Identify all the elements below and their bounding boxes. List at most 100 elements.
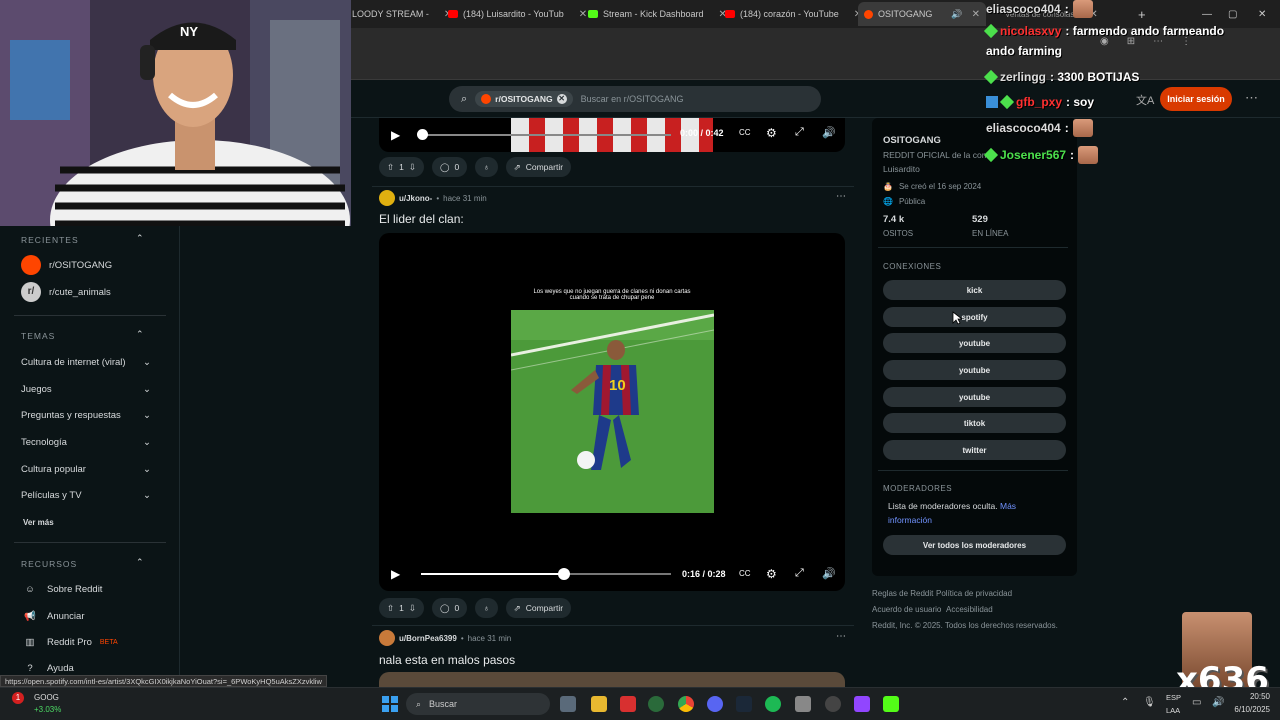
share-button[interactable]: ⇗ Compartir: [505, 157, 572, 177]
sidebar-item-tema[interactable]: Preguntas y respuestas ⌄: [21, 410, 151, 421]
vote-control[interactable]: ⇧ 1 ⇩: [379, 598, 424, 618]
maximize-icon[interactable]: ▢: [1228, 4, 1237, 24]
post-author[interactable]: u/Jkono-: [399, 194, 432, 203]
file-explorer-icon[interactable]: [591, 696, 607, 712]
connection-spotify-button[interactable]: spotify: [883, 307, 1066, 327]
footer-link-privacy[interactable]: Política de privacidad: [936, 589, 1012, 598]
more-options-icon[interactable]: ⋯: [836, 191, 846, 202]
sidebar-item-ayuda[interactable]: ? Ayuda: [21, 663, 73, 674]
upvote-icon[interactable]: ⇧: [387, 162, 394, 173]
app-icon[interactable]: [854, 696, 870, 712]
chrome-icon[interactable]: [678, 696, 694, 712]
connection-youtube-button[interactable]: youtube: [883, 360, 1066, 380]
captions-icon[interactable]: CC: [739, 128, 751, 137]
more-info-link[interactable]: información: [888, 515, 932, 525]
fullscreen-icon[interactable]: ⤢: [795, 126, 804, 139]
close-icon[interactable]: ✕: [972, 9, 980, 20]
xbox-icon[interactable]: [648, 696, 664, 712]
connection-youtube-button[interactable]: youtube: [883, 333, 1066, 353]
seek-bar[interactable]: [421, 134, 671, 136]
app-icon[interactable]: [620, 696, 636, 712]
view-all-moderators-button[interactable]: Ver todos los moderadores: [883, 535, 1066, 555]
sidebar-item-cute-animals[interactable]: r/r/cute_animals: [21, 282, 111, 302]
tab-ositogang[interactable]: OSITOGANG 🔊 ✕: [858, 2, 986, 26]
tab-bloody-stream[interactable]: LOODY STREAM -✕: [352, 4, 452, 24]
volume-icon[interactable]: 🔊: [1212, 697, 1224, 708]
captions-icon[interactable]: CC: [739, 569, 751, 578]
upvote-icon[interactable]: ⇧: [387, 603, 394, 614]
post-title[interactable]: El lider del clan:: [379, 212, 464, 226]
footer-link-agreement[interactable]: Acuerdo de usuario: [872, 605, 941, 614]
video-player[interactable]: ▶ 0:00 / 0:42 CC ⚙ ⤢ 🔊: [379, 118, 845, 152]
sidebar-item-tema[interactable]: Tecnología ⌄: [21, 437, 151, 448]
downvote-icon[interactable]: ⇩: [409, 603, 416, 614]
translate-icon[interactable]: 文A: [1136, 92, 1154, 108]
search-input[interactable]: ⌕ r/OSITOGANG ✕ Buscar en r/OSITOGANG: [449, 86, 821, 112]
seek-handle[interactable]: [557, 568, 570, 580]
award-button[interactable]: ♁: [475, 598, 498, 618]
post-author[interactable]: u/BornPea6399: [399, 634, 457, 643]
search-chip[interactable]: r/OSITOGANG ✕: [475, 91, 573, 107]
taskbar-search[interactable]: ⌕ Buscar: [406, 693, 550, 715]
clock-time[interactable]: 20:50: [1234, 692, 1270, 701]
language-indicator[interactable]: LAA: [1166, 706, 1180, 715]
microphone-icon[interactable]: 🎙: [1143, 697, 1156, 708]
award-button[interactable]: ♁: [475, 157, 498, 177]
login-button[interactable]: Iniciar sesión: [1160, 87, 1232, 111]
ver-mas-link[interactable]: Ver más: [23, 518, 54, 527]
more-options-icon[interactable]: ⋯: [1245, 90, 1258, 106]
settings-icon[interactable]: ⚙: [766, 126, 777, 140]
windows-start-icon[interactable]: [382, 696, 398, 712]
sidebar-item-reddit-pro[interactable]: ▥ Reddit Pro BETA: [21, 637, 118, 648]
steam-icon[interactable]: [736, 696, 752, 712]
play-icon[interactable]: ▶: [391, 567, 400, 581]
connection-tiktok-button[interactable]: tiktok: [883, 413, 1066, 433]
video-player[interactable]: Los weyes que no juegan guerra de clanes…: [379, 233, 845, 591]
tab-kick-dashboard[interactable]: Stream - Kick Dashboard ✕: [588, 4, 727, 24]
chevron-up-icon[interactable]: ⌃: [136, 557, 144, 568]
connection-youtube-button[interactable]: youtube: [883, 387, 1066, 407]
volume-icon[interactable]: 🔊: [822, 567, 836, 580]
fullscreen-icon[interactable]: ⤢: [795, 567, 804, 580]
comments-button[interactable]: ◯ 0: [431, 157, 468, 177]
network-icon[interactable]: ▭: [1192, 697, 1201, 708]
clear-chip-icon[interactable]: ✕: [556, 94, 567, 104]
vote-control[interactable]: ⇧ 1 ⇩: [379, 157, 424, 177]
sidebar-item-tema[interactable]: Cultura popular ⌄: [21, 464, 151, 475]
spotify-icon[interactable]: [765, 696, 781, 712]
sidebar-item-anunciar[interactable]: 📢 Anunciar: [21, 611, 84, 622]
post-image[interactable]: [379, 672, 845, 687]
new-tab-button[interactable]: +: [1138, 4, 1146, 24]
volume-icon[interactable]: 🔊: [822, 126, 836, 139]
app-icon[interactable]: [795, 696, 811, 712]
connection-kick-button[interactable]: kick: [883, 280, 1066, 300]
share-button[interactable]: ⇗ Compartir: [505, 598, 572, 618]
seek-handle[interactable]: [417, 129, 428, 140]
task-view-icon[interactable]: [560, 696, 576, 712]
post-title[interactable]: nala esta en malos pasos: [379, 653, 515, 667]
stock-widget-name[interactable]: GOOG: [34, 693, 59, 702]
more-options-icon[interactable]: ⋯: [836, 631, 846, 642]
sidebar-item-ositogang[interactable]: r/OSITOGANG: [21, 255, 112, 275]
tab-youtube-luisardito[interactable]: (184) Luisardito - YouTub ✕: [448, 4, 587, 24]
sidebar-item-sobre-reddit[interactable]: ☺ Sobre Reddit: [21, 584, 102, 595]
comments-button[interactable]: ◯ 0: [431, 598, 468, 618]
language-indicator[interactable]: ESP: [1166, 693, 1181, 702]
downvote-icon[interactable]: ⇩: [409, 162, 416, 173]
minimize-icon[interactable]: —: [1202, 4, 1212, 24]
kick-icon[interactable]: [883, 696, 899, 712]
window-close-icon[interactable]: ✕: [1258, 4, 1266, 24]
chevron-up-icon[interactable]: ⌃: [136, 233, 144, 244]
footer-link-rules[interactable]: Reglas de Reddit: [872, 589, 933, 598]
clock-date[interactable]: 6/10/2025: [1224, 705, 1270, 714]
settings-icon[interactable]: ⚙: [766, 567, 777, 581]
footer-link-accessibility[interactable]: Accesibilidad: [946, 605, 993, 614]
play-icon[interactable]: ▶: [391, 128, 400, 142]
sidebar-item-tema[interactable]: Películas y TV ⌄: [21, 490, 151, 501]
obs-icon[interactable]: [825, 696, 841, 712]
discord-icon[interactable]: [707, 696, 723, 712]
close-icon[interactable]: ✕: [579, 9, 587, 20]
connection-twitter-button[interactable]: twitter: [883, 440, 1066, 460]
chevron-up-icon[interactable]: ⌃: [1121, 697, 1129, 708]
speaker-icon[interactable]: 🔊: [951, 9, 962, 20]
